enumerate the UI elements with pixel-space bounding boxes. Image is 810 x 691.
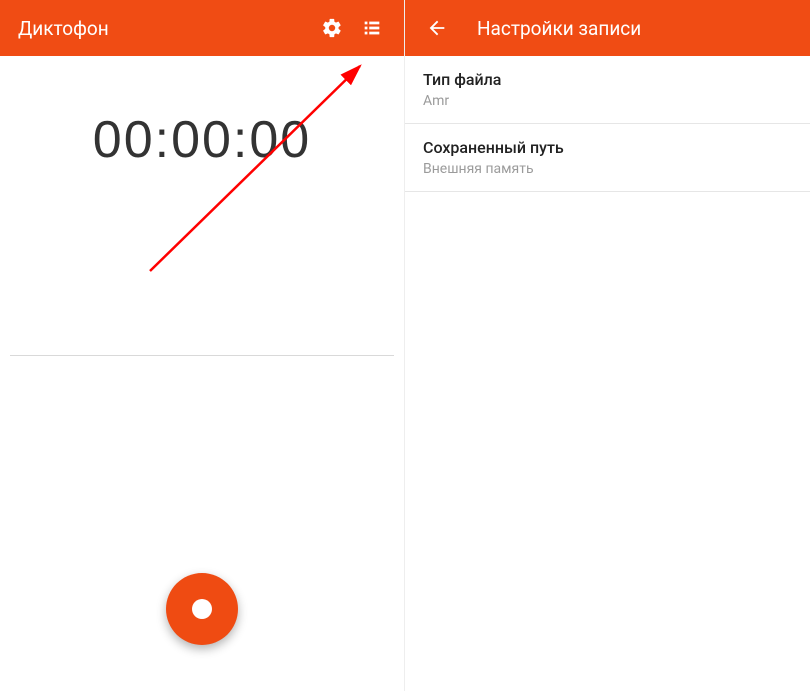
setting-title-label: Тип файла (423, 70, 792, 89)
setting-subtitle-label: Внешняя память (423, 161, 792, 177)
recorder-panel: Диктофон (0, 0, 405, 691)
back-arrow-icon (426, 17, 448, 39)
setting-subtitle-label: Amr (423, 93, 792, 109)
setting-title-label: Сохраненный путь (423, 138, 792, 157)
app-title: Диктофон (12, 17, 312, 40)
record-button[interactable] (166, 573, 238, 645)
list-button[interactable] (352, 8, 392, 48)
waveform-divider (10, 355, 394, 356)
back-button[interactable] (417, 8, 457, 48)
annotation-arrow-icon (130, 56, 390, 286)
settings-button[interactable] (312, 8, 352, 48)
setting-file-type[interactable]: Тип файла Amr (405, 56, 810, 124)
timer-display: 00:00:00 (0, 110, 404, 170)
settings-title: Настройки записи (477, 17, 641, 40)
gear-icon (321, 17, 343, 39)
recorder-appbar: Диктофон (0, 0, 404, 56)
settings-appbar: Настройки записи (405, 0, 810, 56)
settings-panel: Настройки записи Тип файла Amr Сохраненн… (405, 0, 810, 691)
setting-save-path[interactable]: Сохраненный путь Внешняя память (405, 124, 810, 192)
list-icon (361, 17, 383, 39)
record-icon (192, 599, 212, 619)
